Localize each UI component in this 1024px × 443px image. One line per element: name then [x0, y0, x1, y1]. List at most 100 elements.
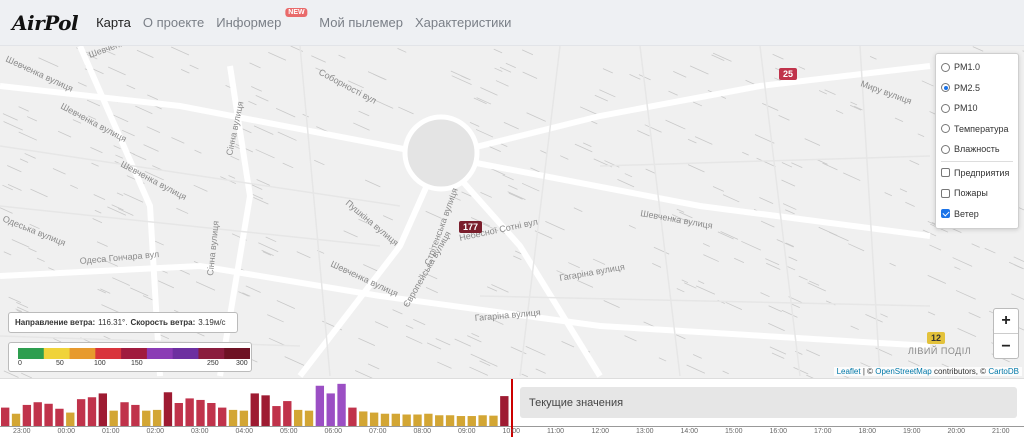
history-bar[interactable]: [380, 413, 390, 426]
wind-streak: [577, 279, 594, 288]
history-bar[interactable]: [218, 407, 227, 426]
history-bar[interactable]: [478, 415, 487, 426]
nav-item-informer[interactable]: Информер NEW: [216, 8, 308, 30]
wind-streak: [277, 131, 297, 141]
legend-tick: 250: [207, 360, 219, 367]
layer-checkbox-enterprises[interactable]: Предприятия: [941, 163, 1013, 184]
history-bar[interactable]: [55, 408, 64, 426]
history-bar[interactable]: [326, 393, 335, 426]
osm-link[interactable]: OpenStreetMap: [875, 367, 931, 376]
wind-streak: [18, 131, 37, 141]
history-bar[interactable]: [424, 413, 433, 426]
history-bar[interactable]: [435, 415, 444, 426]
history-bar[interactable]: [87, 397, 97, 426]
history-bar[interactable]: [174, 403, 183, 426]
wind-streak: [785, 242, 794, 247]
history-bar[interactable]: [239, 410, 249, 426]
history-bar[interactable]: [207, 403, 216, 426]
sensor-marker[interactable]: 12: [927, 332, 946, 344]
attribution-text: | ©: [860, 367, 876, 376]
checkbox-icon[interactable]: [941, 168, 950, 178]
brand-logo[interactable]: AirPol: [12, 11, 79, 35]
history-bar[interactable]: [489, 415, 498, 426]
history-bar[interactable]: [272, 406, 281, 426]
layer-radio-pm25[interactable]: PM2.5: [941, 78, 1013, 99]
history-bar[interactable]: [11, 413, 21, 426]
history-bar[interactable]: [315, 385, 325, 426]
history-bar[interactable]: [163, 392, 173, 426]
nav-item-specs[interactable]: Характеристики: [415, 15, 511, 30]
sensor-marker[interactable]: 177: [459, 221, 483, 233]
layer-checkbox-fires[interactable]: Пожары: [941, 183, 1013, 204]
history-bar[interactable]: [152, 409, 162, 426]
layer-radio-humidity[interactable]: Влажность: [941, 139, 1013, 160]
history-bar[interactable]: [22, 404, 32, 426]
history-bar[interactable]: [304, 410, 314, 426]
sensor-marker[interactable]: 25: [779, 68, 798, 80]
history-bar[interactable]: [261, 395, 270, 426]
history-bar[interactable]: [337, 383, 346, 426]
history-bar[interactable]: [250, 393, 259, 426]
history-bar[interactable]: [283, 401, 292, 426]
checkbox-icon[interactable]: [941, 209, 950, 219]
history-bar[interactable]: [76, 399, 86, 426]
wind-streak: [952, 257, 973, 267]
wind-streak: [255, 149, 275, 159]
history-bar[interactable]: [120, 402, 129, 426]
history-bar[interactable]: [185, 398, 194, 426]
layer-radio-pm10[interactable]: PM10: [941, 98, 1013, 119]
wind-streak: [508, 184, 518, 190]
history-bar[interactable]: [445, 415, 455, 426]
nav-item-map[interactable]: Карта: [96, 15, 131, 30]
radio-icon[interactable]: [941, 103, 950, 113]
wind-streak: [734, 257, 745, 263]
history-bar[interactable]: [1, 407, 10, 426]
radio-icon[interactable]: [941, 83, 950, 93]
wind-streak: [454, 338, 471, 347]
radio-icon[interactable]: [941, 124, 950, 134]
history-bar[interactable]: [33, 402, 42, 426]
layer-radio-temperature[interactable]: Температура: [941, 119, 1013, 140]
wind-streak: [146, 126, 161, 133]
wind-streak: [268, 51, 287, 61]
leaflet-link[interactable]: Leaflet: [837, 367, 861, 376]
layer-radio-pm1[interactable]: PM1.0: [941, 57, 1013, 78]
current-values-panel[interactable]: Текущие значения: [520, 387, 1017, 418]
cartodb-link[interactable]: CartoDB: [988, 367, 1019, 376]
history-bars: [1, 383, 509, 427]
zoom-in-button[interactable]: +: [994, 309, 1018, 334]
wind-streak: [265, 236, 277, 243]
nav-item-my-dust-meter[interactable]: Мой пылемер: [319, 15, 403, 30]
history-bar[interactable]: [467, 416, 476, 426]
history-bar[interactable]: [228, 409, 238, 426]
history-bar[interactable]: [359, 411, 368, 426]
history-bar[interactable]: [293, 409, 303, 426]
wind-streak: [470, 353, 487, 362]
history-bar[interactable]: [500, 396, 509, 426]
radio-icon[interactable]: [941, 144, 950, 154]
history-bar[interactable]: [131, 404, 140, 426]
history-bar[interactable]: [142, 410, 151, 426]
zoom-out-button[interactable]: −: [994, 334, 1018, 359]
history-bar[interactable]: [109, 410, 118, 426]
history-bar[interactable]: [391, 413, 400, 426]
history-bar[interactable]: [66, 412, 75, 426]
wind-streak: [123, 193, 144, 203]
wind-streak: [692, 101, 703, 107]
radio-icon[interactable]: [941, 62, 950, 72]
history-bar[interactable]: [402, 414, 411, 427]
wind-streak: [92, 218, 103, 224]
history-bar[interactable]: [196, 399, 205, 426]
layer-checkbox-wind[interactable]: Ветер: [941, 204, 1013, 225]
history-bar[interactable]: [44, 403, 53, 426]
history-bar[interactable]: [456, 416, 466, 426]
wind-streak: [258, 242, 279, 253]
history-bar[interactable]: [413, 414, 422, 427]
wind-streak: [507, 191, 526, 201]
history-bar[interactable]: [348, 407, 357, 426]
nav-item-about[interactable]: О проекте: [143, 15, 204, 30]
history-bar[interactable]: [369, 412, 379, 426]
history-bar[interactable]: [98, 393, 108, 426]
checkbox-icon[interactable]: [941, 188, 950, 198]
central-square: [402, 114, 480, 192]
